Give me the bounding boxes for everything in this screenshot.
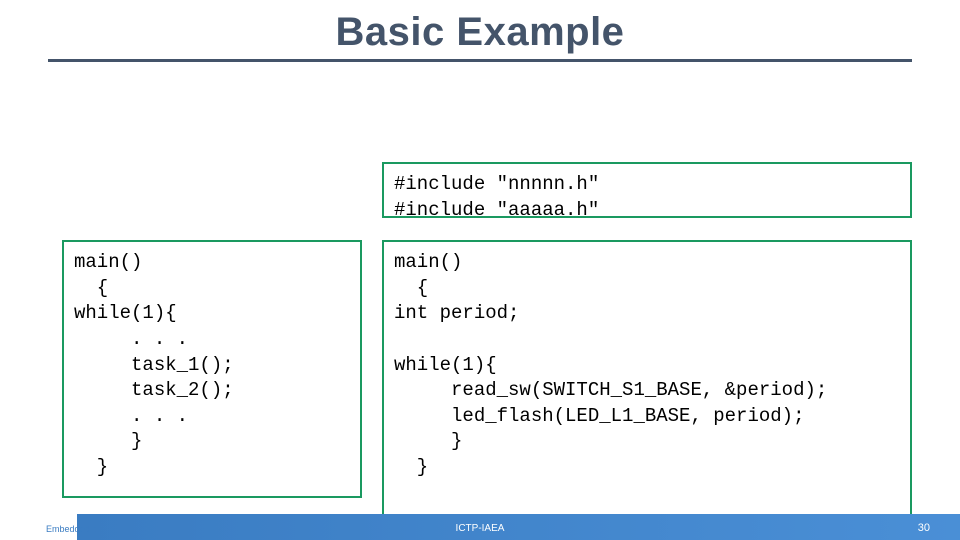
- footer-center-text: ICTP-IAEA: [456, 523, 505, 534]
- code-left-box: main() { while(1){ . . . task_1(); task_…: [62, 240, 362, 498]
- code-includes-box: #include "nnnnn.h" #include "aaaaa.h": [382, 162, 912, 218]
- slide: Basic Example #include "nnnnn.h" #includ…: [0, 0, 960, 540]
- page-number: 30: [918, 522, 930, 534]
- footer-bar: Embedded c ICTP-IAEA 30: [0, 514, 960, 540]
- footer-left-text: Embedded c: [46, 524, 97, 534]
- code-right-box: main() { int period; while(1){ read_sw(S…: [382, 240, 912, 520]
- content-area: #include "nnnnn.h" #include "aaaaa.h" ma…: [0, 62, 960, 492]
- slide-title: Basic Example: [0, 0, 960, 55]
